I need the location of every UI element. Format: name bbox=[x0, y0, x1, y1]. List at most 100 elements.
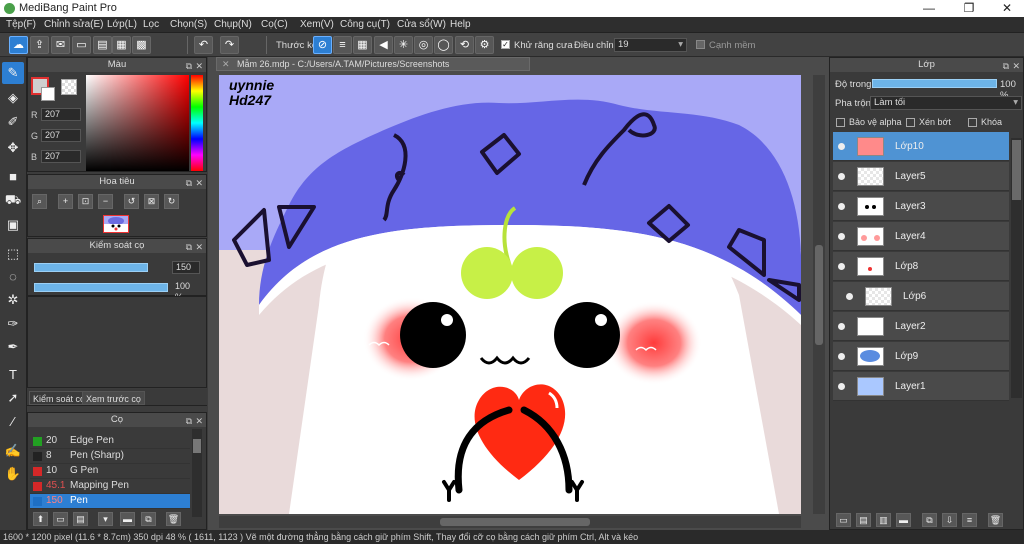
brush-opacity-slider[interactable] bbox=[34, 283, 168, 292]
select-eraser-tool-icon[interactable]: ✒ bbox=[2, 336, 24, 358]
close-panel-icon[interactable]: ✕ bbox=[195, 240, 203, 254]
operation-tool-icon[interactable]: ➚ bbox=[2, 387, 24, 409]
divide-tool-icon[interactable]: ⁄ bbox=[2, 411, 24, 433]
new-halftone-layer-icon[interactable]: ▤ bbox=[856, 513, 871, 527]
soft-edge-checkbox[interactable] bbox=[696, 40, 705, 49]
document-icon[interactable]: ▤ bbox=[93, 36, 112, 54]
menu-window[interactable]: Cửa sổ(W) bbox=[397, 19, 446, 30]
close-panel-icon[interactable]: ✕ bbox=[1012, 59, 1020, 73]
duplicate-brush-icon[interactable]: ⧉ bbox=[141, 512, 156, 526]
menu-tools[interactable]: Công cụ(T) bbox=[340, 19, 390, 30]
zoom-out-icon[interactable]: − bbox=[98, 194, 113, 209]
maximize-button[interactable]: ❐ bbox=[950, 0, 988, 17]
redo-icon[interactable]: ↷ bbox=[220, 36, 239, 54]
popout-icon[interactable]: ⧉ bbox=[186, 176, 192, 190]
scroll-thumb[interactable] bbox=[440, 518, 590, 526]
g-input[interactable]: 207 bbox=[41, 129, 81, 142]
visibility-eye-icon[interactable] bbox=[838, 233, 845, 240]
dot-tool-icon[interactable]: ✐ bbox=[2, 111, 24, 133]
protect-alpha-checkbox[interactable] bbox=[836, 118, 845, 127]
visibility-eye-icon[interactable] bbox=[838, 203, 845, 210]
layer-row[interactable]: Layer1 bbox=[833, 372, 1009, 401]
grid-document-icon[interactable]: ▦ bbox=[112, 36, 131, 54]
rotate-left-icon[interactable]: ↺ bbox=[124, 194, 139, 209]
new-file-icon[interactable]: ▭ bbox=[72, 36, 91, 54]
layer-row[interactable]: Lớp8 bbox=[833, 252, 1009, 281]
zoom-in-icon[interactable]: + bbox=[58, 194, 73, 209]
new-layer-icon[interactable]: ▭ bbox=[836, 513, 851, 527]
minimize-button[interactable]: — bbox=[910, 0, 948, 17]
menu-edit[interactable]: Chỉnh sửa(E) bbox=[44, 19, 104, 30]
cloud-icon[interactable]: ☁ bbox=[9, 36, 28, 54]
popout-icon[interactable]: ⧉ bbox=[1003, 59, 1009, 73]
crosshair-ruler-icon[interactable]: ▦ bbox=[353, 36, 372, 54]
canvas-horizontal-scrollbar[interactable] bbox=[219, 516, 801, 528]
close-button[interactable]: ✕ bbox=[988, 0, 1024, 17]
canvas-vertical-scrollbar[interactable] bbox=[813, 75, 825, 514]
zoom-icon[interactable]: ⌕ bbox=[32, 194, 47, 209]
transparent-color-swatch[interactable] bbox=[61, 79, 77, 95]
brush-item-mapping-pen[interactable]: 45.1 Mapping Pen bbox=[30, 479, 190, 494]
visibility-eye-icon[interactable] bbox=[838, 143, 845, 150]
brush-list-scrollbar[interactable] bbox=[192, 429, 202, 517]
grid-icon[interactable]: ▩ bbox=[132, 36, 151, 54]
layer-row[interactable]: Lớp10 bbox=[833, 132, 1009, 161]
reset-rotation-icon[interactable]: ⊠ bbox=[144, 194, 159, 209]
saturation-value-picker[interactable] bbox=[86, 75, 189, 171]
rotate-right-icon[interactable]: ↻ bbox=[164, 194, 179, 209]
bucket-tool-icon[interactable]: ⛟ bbox=[2, 189, 24, 211]
menu-select[interactable]: Chọn(S) bbox=[170, 19, 207, 30]
fill-rect-tool-icon[interactable]: ■ bbox=[2, 166, 24, 188]
menu-brush[interactable]: Cọ(C) bbox=[261, 19, 288, 30]
background-color-swatch[interactable] bbox=[41, 87, 55, 101]
perspective-ruler-icon[interactable]: ◀ bbox=[374, 36, 393, 54]
radial-ruler-icon[interactable]: ✳ bbox=[394, 36, 413, 54]
text-tool-icon[interactable]: T bbox=[2, 364, 24, 386]
brush-size-slider[interactable] bbox=[34, 263, 148, 272]
new-brush-icon[interactable]: ▭ bbox=[53, 512, 68, 526]
scroll-thumb[interactable] bbox=[1012, 140, 1021, 200]
layer-row[interactable]: Layer5 bbox=[833, 162, 1009, 191]
popout-icon[interactable]: ⧉ bbox=[186, 414, 192, 428]
tab-brush-control[interactable]: Kiểm soát cọ bbox=[29, 391, 90, 405]
delete-brush-icon[interactable]: 🗑 bbox=[166, 512, 181, 526]
document-tab[interactable]: ✕ Mẫm 26.mdp - C:/Users/A.TAM/Pictures/S… bbox=[216, 57, 530, 71]
parallel-ruler-icon[interactable]: ≡ bbox=[333, 36, 352, 54]
add-brush-icon[interactable]: ⬆ bbox=[33, 512, 48, 526]
brush-size-value[interactable]: 150 bbox=[172, 261, 200, 274]
layer-row[interactable]: Layer2 bbox=[833, 312, 1009, 341]
menu-file[interactable]: Tệp(F) bbox=[6, 19, 36, 30]
brush-tool-icon[interactable]: ✎ bbox=[2, 62, 24, 84]
new-folder-icon[interactable]: ▬ bbox=[896, 513, 911, 527]
curve-ruler-icon[interactable]: ⟲ bbox=[455, 36, 474, 54]
menu-help[interactable]: Help bbox=[450, 19, 471, 30]
visibility-eye-icon[interactable] bbox=[838, 323, 845, 330]
ellipse-ruler-icon[interactable]: ◯ bbox=[434, 36, 453, 54]
lock-checkbox[interactable] bbox=[968, 118, 977, 127]
antialias-checkbox[interactable]: ✓ bbox=[501, 40, 510, 49]
lasso-tool-icon[interactable]: ◌ bbox=[2, 266, 24, 288]
layer-row[interactable]: Layer3 bbox=[833, 192, 1009, 221]
visibility-eye-icon[interactable] bbox=[838, 383, 845, 390]
clipping-checkbox[interactable] bbox=[906, 118, 915, 127]
scroll-thumb[interactable] bbox=[193, 439, 201, 453]
move-tool-icon[interactable]: ✥ bbox=[2, 137, 24, 159]
close-panel-icon[interactable]: ✕ bbox=[195, 59, 203, 73]
gradient-tool-icon[interactable]: ▣ bbox=[2, 214, 24, 236]
menu-snap[interactable]: Chụp(N) bbox=[214, 19, 252, 30]
brush-item-pen-sharp[interactable]: 8 Pen (Sharp) bbox=[30, 449, 190, 464]
settings-icon[interactable]: ⚙ bbox=[475, 36, 494, 54]
duplicate-layer-icon[interactable]: ⧉ bbox=[922, 513, 937, 527]
menu-layer[interactable]: Lớp(L) bbox=[107, 19, 137, 30]
correction-select[interactable]: 19 ▾ bbox=[614, 38, 687, 52]
popout-icon[interactable]: ⧉ bbox=[186, 240, 192, 254]
layer-row[interactable]: Lớp9 bbox=[833, 342, 1009, 371]
layer-list-scrollbar[interactable] bbox=[1011, 138, 1022, 398]
brush-menu-icon[interactable]: ▾ bbox=[98, 512, 113, 526]
brush-item-pen[interactable]: 150 Pen bbox=[30, 494, 190, 509]
brush-settings-icon[interactable]: ▤ bbox=[73, 512, 88, 526]
visibility-eye-icon[interactable] bbox=[838, 353, 845, 360]
concentric-ruler-icon[interactable]: ◎ bbox=[414, 36, 433, 54]
layer-menu-icon[interactable]: ≡ bbox=[962, 513, 977, 527]
navigator-thumbnail[interactable] bbox=[103, 215, 129, 233]
